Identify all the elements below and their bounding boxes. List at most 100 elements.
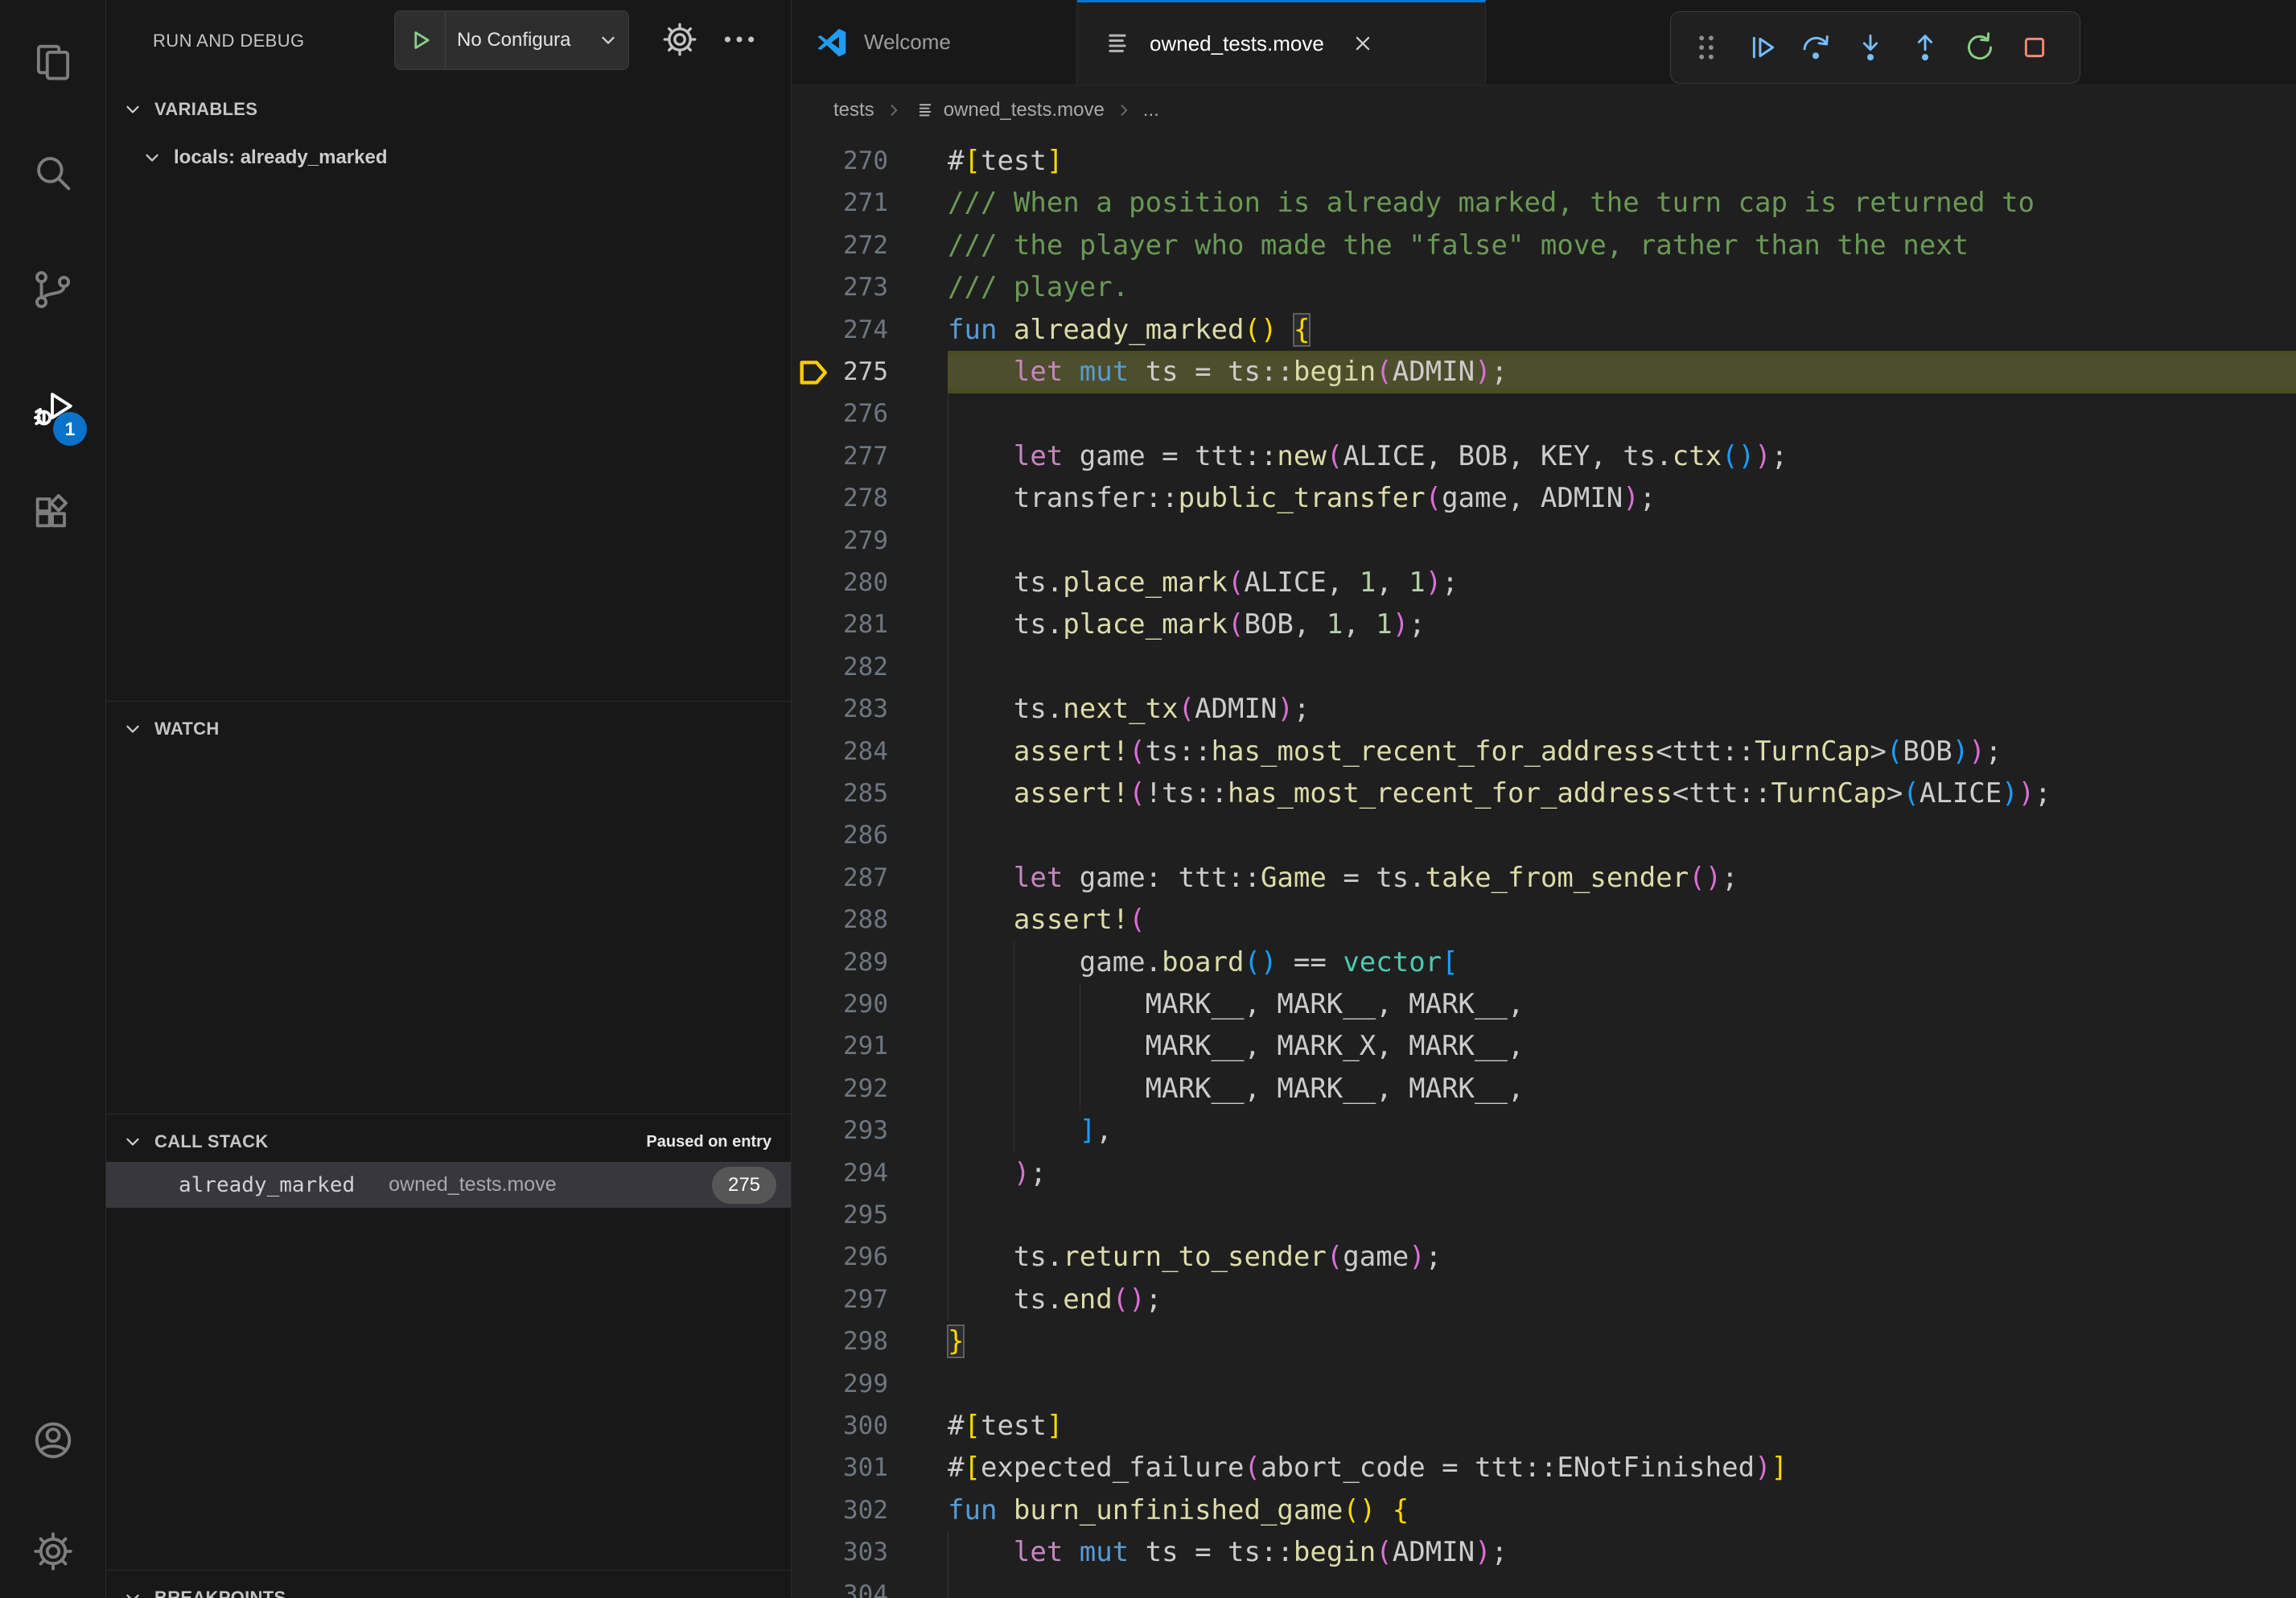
code-line-298[interactable]: 298} — [792, 1320, 2296, 1363]
code-line-290[interactable]: 290 MARK__, MARK__, MARK__, — [792, 983, 2296, 1026]
activity-item-explorer[interactable] — [30, 39, 76, 85]
close-tab-icon[interactable] — [1347, 27, 1379, 60]
code-line-295[interactable]: 295 — [792, 1194, 2296, 1237]
code-line-287[interactable]: 287 let game: ttt::Game = ts.take_from_s… — [792, 857, 2296, 900]
gutter[interactable]: 300 — [792, 1405, 948, 1448]
tab-owned-tests-move[interactable]: owned_tests.move — [1077, 0, 1486, 84]
code-line-272[interactable]: 272/// the player who made the "false" m… — [792, 224, 2296, 267]
gutter[interactable]: 301 — [792, 1447, 948, 1489]
gutter[interactable]: 297 — [792, 1279, 948, 1321]
code-line-297[interactable]: 297 ts.end(); — [792, 1279, 2296, 1321]
code-line-294[interactable]: 294 ); — [792, 1152, 2296, 1195]
code-line-284[interactable]: 284 assert!(ts::has_most_recent_for_addr… — [792, 731, 2296, 773]
gutter[interactable]: 291 — [792, 1025, 948, 1068]
gutter[interactable]: 303 — [792, 1531, 948, 1574]
debug-settings-gear-icon[interactable] — [660, 19, 700, 60]
code-line-285[interactable]: 285 assert!(!ts::has_most_recent_for_add… — [792, 772, 2296, 815]
activity-item-settings[interactable] — [30, 1528, 76, 1575]
code-line-274[interactable]: 274fun already_marked() { — [792, 309, 2296, 352]
gutter[interactable]: 276 — [792, 393, 948, 435]
step-into-button[interactable] — [1853, 30, 1888, 65]
activity-item-source-control[interactable] — [30, 266, 76, 313]
gutter[interactable]: 288 — [792, 899, 948, 941]
gutter[interactable]: 302 — [792, 1489, 948, 1532]
gutter[interactable]: 296 — [792, 1236, 948, 1279]
variables-section-header[interactable]: VARIABLES — [106, 90, 791, 129]
gutter[interactable]: 284 — [792, 731, 948, 773]
activity-item-search[interactable] — [30, 150, 76, 196]
code-editor[interactable]: 270#[test]271/// When a position is alre… — [792, 140, 2296, 1598]
code-line-273[interactable]: 273/// player. — [792, 266, 2296, 309]
gutter[interactable]: 280 — [792, 562, 948, 604]
stop-button[interactable] — [2017, 30, 2052, 65]
gutter[interactable]: 281 — [792, 603, 948, 646]
gutter[interactable]: 286 — [792, 814, 948, 857]
breadcrumb-item[interactable]: tests — [833, 99, 874, 121]
token: ) — [1014, 1157, 1030, 1189]
code-line-286[interactable]: 286 — [792, 814, 2296, 857]
gutter[interactable]: 272 — [792, 224, 948, 267]
watch-section-header[interactable]: WATCH — [106, 710, 791, 748]
gutter[interactable]: 287 — [792, 857, 948, 900]
call-stack-section-header[interactable]: CALL STACK Paused on entry — [106, 1122, 791, 1161]
code-line-276[interactable]: 276 — [792, 393, 2296, 435]
code-line-283[interactable]: 283 ts.next_tx(ADMIN); — [792, 688, 2296, 731]
code-line-271[interactable]: 271/// When a position is already marked… — [792, 182, 2296, 224]
gutter[interactable]: 295 — [792, 1194, 948, 1237]
drag-handle-button[interactable] — [1689, 30, 1724, 65]
breadcrumb-item[interactable]: ... — [1143, 99, 1159, 121]
gutter[interactable]: 292 — [792, 1068, 948, 1110]
variables-scope-row[interactable]: locals: already_marked — [106, 138, 791, 177]
gutter[interactable]: 278 — [792, 477, 948, 520]
code-line-278[interactable]: 278 transfer::public_transfer(game, ADMI… — [792, 477, 2296, 520]
code-line-279[interactable]: 279 — [792, 520, 2296, 562]
code-line-277[interactable]: 277 let game = ttt::new(ALICE, BOB, KEY,… — [792, 435, 2296, 478]
code-line-299[interactable]: 299 — [792, 1363, 2296, 1406]
code-line-291[interactable]: 291 MARK__, MARK_X, MARK__, — [792, 1025, 2296, 1068]
code-line-292[interactable]: 292 MARK__, MARK__, MARK__, — [792, 1068, 2296, 1110]
code-line-270[interactable]: 270#[test] — [792, 140, 2296, 183]
debug-configuration-dropdown[interactable]: No Configura — [394, 10, 629, 70]
code-line-282[interactable]: 282 — [792, 646, 2296, 689]
gutter[interactable]: 274 — [792, 309, 948, 352]
gutter[interactable]: 282 — [792, 646, 948, 689]
gutter[interactable]: 273 — [792, 266, 948, 309]
activity-item-account[interactable] — [30, 1417, 76, 1464]
code-line-288[interactable]: 288 assert!( — [792, 899, 2296, 941]
continue-button[interactable] — [1743, 30, 1779, 65]
gutter[interactable]: 298 — [792, 1320, 948, 1363]
code-line-303[interactable]: 303 let mut ts = ts::begin(ADMIN); — [792, 1531, 2296, 1574]
breakpoints-section-header[interactable]: BREAKPOINTS — [106, 1579, 791, 1598]
more-actions-icon[interactable] — [719, 19, 759, 60]
step-over-button[interactable] — [1798, 30, 1833, 65]
code-line-302[interactable]: 302fun burn_unfinished_game() { — [792, 1489, 2296, 1532]
tab-welcome[interactable]: Welcome — [792, 0, 1077, 84]
step-out-button[interactable] — [1907, 30, 1943, 65]
gutter[interactable]: 299 — [792, 1363, 948, 1406]
code-line-293[interactable]: 293 ], — [792, 1110, 2296, 1152]
gutter[interactable]: 294 — [792, 1152, 948, 1195]
code-line-280[interactable]: 280 ts.place_mark(ALICE, 1, 1); — [792, 562, 2296, 604]
code-line-289[interactable]: 289 game.board() == vector[ — [792, 941, 2296, 984]
code-line-300[interactable]: 300#[test] — [792, 1405, 2296, 1448]
activity-item-extensions[interactable] — [30, 492, 76, 538]
gutter[interactable]: 290 — [792, 983, 948, 1026]
gutter[interactable]: 275 — [792, 351, 948, 393]
gutter[interactable]: 293 — [792, 1110, 948, 1152]
gutter[interactable]: 285 — [792, 772, 948, 815]
gutter[interactable]: 270 — [792, 140, 948, 183]
gutter[interactable]: 283 — [792, 688, 948, 731]
gutter[interactable]: 279 — [792, 520, 948, 562]
code-line-275[interactable]: 275 let mut ts = ts::begin(ADMIN); — [792, 351, 2296, 393]
restart-button[interactable] — [1962, 30, 1998, 65]
breadcrumb-item[interactable]: owned_tests.move — [944, 99, 1105, 121]
code-line-281[interactable]: 281 ts.place_mark(BOB, 1, 1); — [792, 603, 2296, 646]
call-stack-frame-row[interactable]: already_marked owned_tests.move 275 — [106, 1162, 791, 1208]
gutter[interactable]: 289 — [792, 941, 948, 984]
code-line-301[interactable]: 301#[expected_failure(abort_code = ttt::… — [792, 1447, 2296, 1489]
gutter[interactable]: 271 — [792, 182, 948, 224]
code-line-304[interactable]: 304 — [792, 1574, 2296, 1598]
gutter[interactable]: 277 — [792, 435, 948, 478]
code-line-296[interactable]: 296 ts.return_to_sender(game); — [792, 1236, 2296, 1279]
gutter[interactable]: 304 — [792, 1574, 948, 1598]
